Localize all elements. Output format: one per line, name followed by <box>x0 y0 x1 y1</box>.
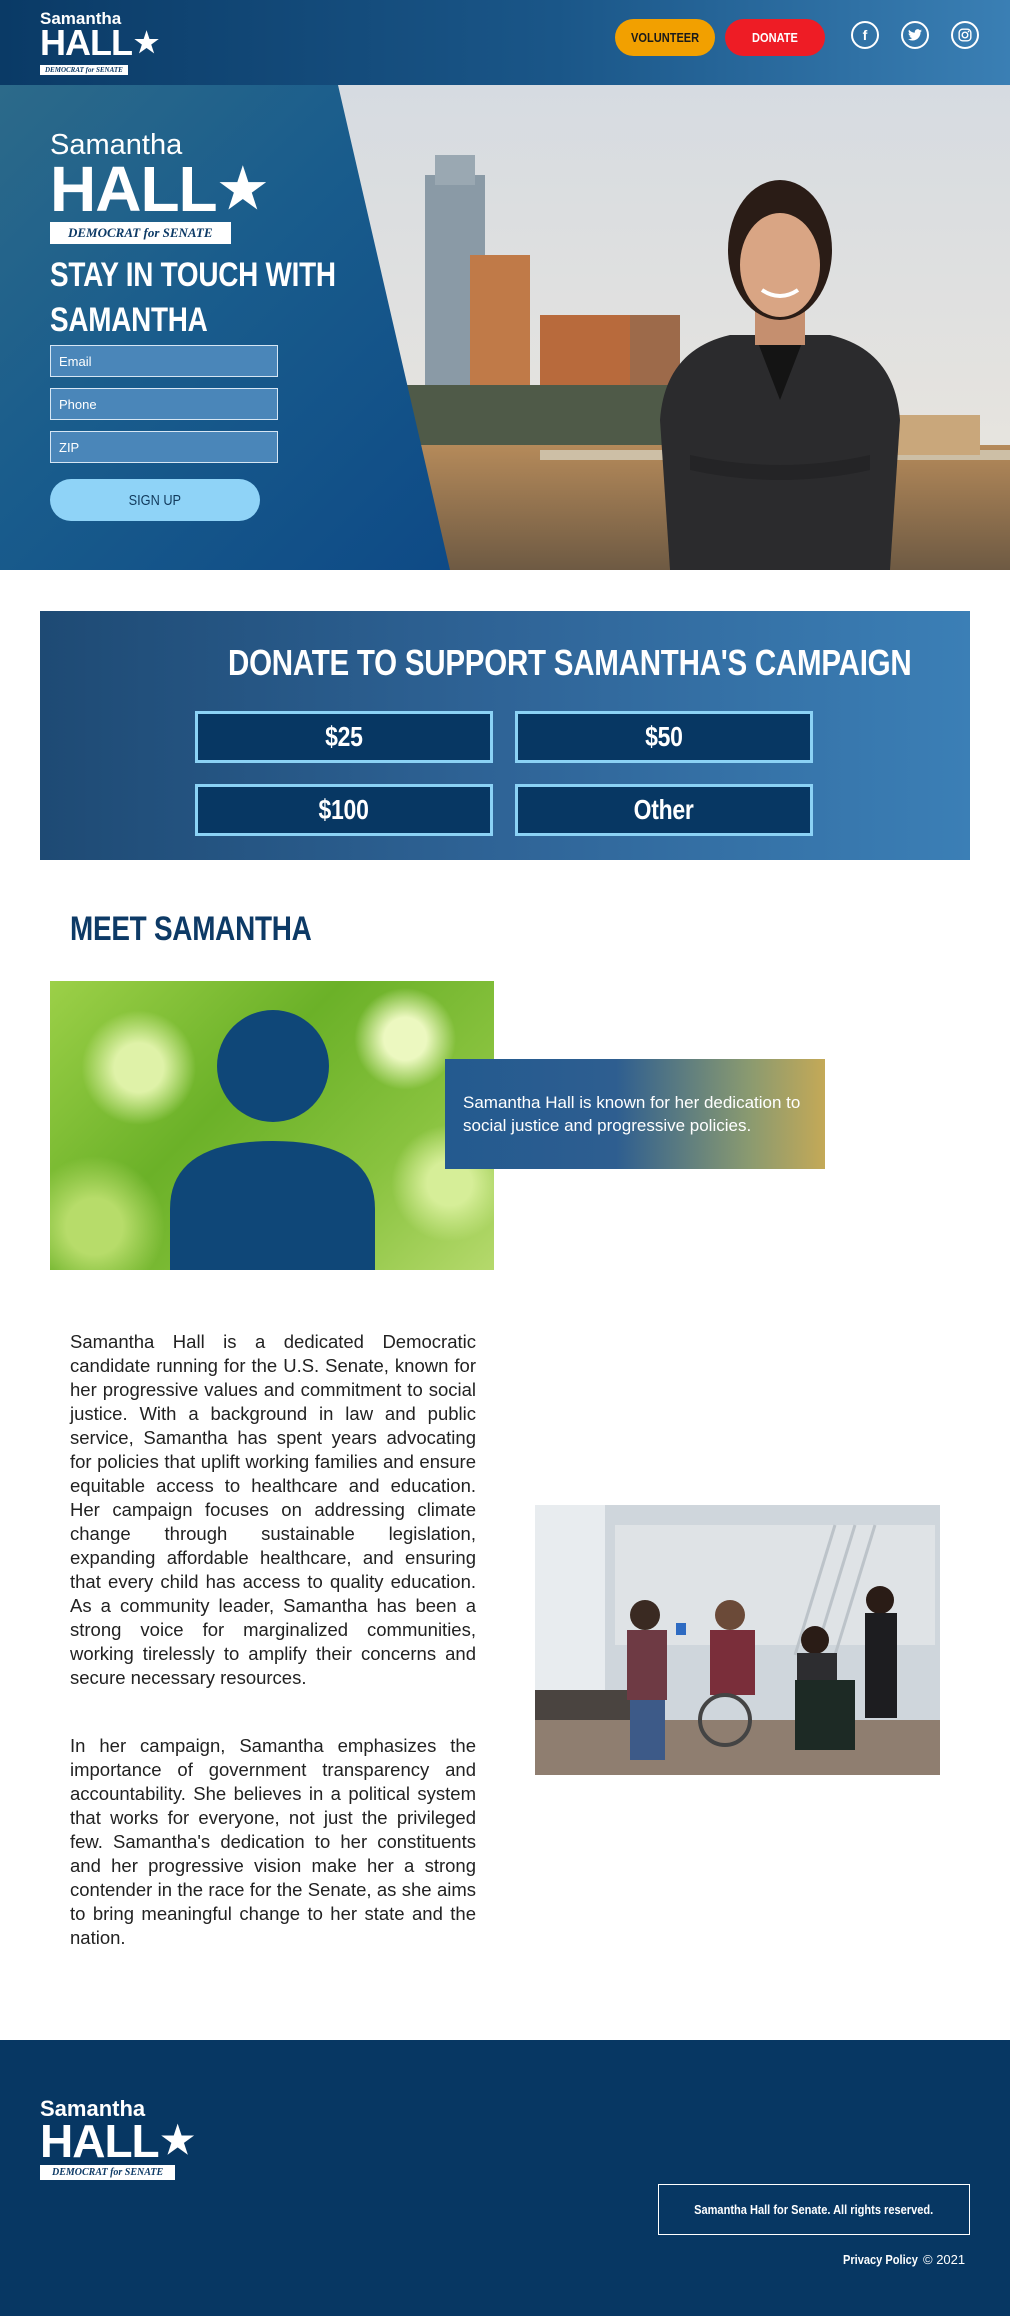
hero-logo: Samantha HALL ★ DEMOCRAT for SENATE <box>50 130 267 244</box>
logo-last-name-row: HALL ★ <box>40 22 159 63</box>
phone-placeholder: Phone <box>59 396 97 412</box>
candidate-placeholder-image <box>50 981 494 1270</box>
donate-amount-50[interactable]: $50 <box>515 711 813 763</box>
zip-placeholder: ZIP <box>59 439 80 455</box>
footer-logo-tagline: DEMOCRAT for SENATE <box>40 2165 176 2180</box>
zip-field[interactable]: ZIP <box>50 431 278 463</box>
twitter-icon[interactable] <box>901 21 929 49</box>
signup-button[interactable]: SIGN UP <box>50 479 260 521</box>
amount-label: $25 <box>325 721 363 752</box>
privacy-policy-link[interactable]: Privacy Policy <box>843 2252 931 2267</box>
donate-amount-other[interactable]: Other <box>515 784 813 836</box>
facebook-icon[interactable]: f <box>851 21 879 49</box>
hero-logo-last-name-row: HALL ★ <box>50 153 267 225</box>
volunteer-label: VOLUNTEER <box>630 30 700 45</box>
star-icon: ★ <box>218 159 267 219</box>
amount-label: $100 <box>318 794 370 825</box>
email-placeholder: Email <box>59 353 92 369</box>
hero-section: Samantha HALL ★ DEMOCRAT for SENATE STAY … <box>0 85 1010 570</box>
page: Samantha HALL ★ DEMOCRAT for SENATE VOLUN… <box>0 0 1010 2316</box>
donate-label: DONATE <box>752 30 798 45</box>
volunteer-button[interactable]: VOLUNTEER <box>615 19 715 56</box>
site-header: Samantha HALL ★ DEMOCRAT for SENATE VOLUN… <box>0 0 1010 85</box>
person-icon <box>170 1010 375 1270</box>
copyright-text: Samantha Hall for Senate. All rights res… <box>694 2202 934 2217</box>
hero-logo-last-name: HALL <box>50 153 218 225</box>
hero-heading-line1: STAY IN TOUCH WITH <box>50 256 336 294</box>
privacy-label: Privacy Policy <box>843 2252 918 2267</box>
star-icon: ★ <box>160 2120 195 2162</box>
email-field[interactable]: Email <box>50 345 278 377</box>
footer-logo-last-name: HALL <box>40 2115 160 2167</box>
footer-logo-last-name-row: HALL ★ <box>40 2115 195 2167</box>
signup-label: SIGN UP <box>128 491 182 509</box>
candidate-photo <box>660 180 900 570</box>
bio-paragraph-1: Samantha Hall is a dedicated Democratic … <box>70 1331 476 1688</box>
year-label: © 2021 <box>923 2252 966 2267</box>
footer-logo[interactable]: Samantha HALL ★ DEMOCRAT for SENATE <box>40 2098 195 2180</box>
star-icon: ★ <box>133 27 159 58</box>
amount-label: Other <box>633 794 695 825</box>
copyright-box: Samantha Hall for Senate. All rights res… <box>658 2184 970 2235</box>
donate-amount-100[interactable]: $100 <box>195 784 493 836</box>
logo-last-name: HALL <box>40 22 133 63</box>
hero-heading-line2: SAMANTHA <box>50 301 208 339</box>
header-logo[interactable]: Samantha HALL ★ DEMOCRAT for SENATE <box>40 10 159 77</box>
copyright-year: © 2021 <box>923 2252 965 2267</box>
donate-section: DONATE TO SUPPORT SAMANTHA'S CAMPAIGN $2… <box>40 611 970 860</box>
team-meeting-illustration <box>535 1505 940 1775</box>
donate-heading: DONATE TO SUPPORT SAMANTHA'S CAMPAIGN <box>228 642 912 683</box>
donate-button[interactable]: DONATE <box>725 19 825 56</box>
donate-amount-25[interactable]: $25 <box>195 711 493 763</box>
phone-field[interactable]: Phone <box>50 388 278 420</box>
meet-heading: MEET SAMANTHA <box>70 910 312 948</box>
quote-text: Samantha Hall is known for her dedicatio… <box>463 1093 801 1135</box>
amount-label: $50 <box>645 721 683 752</box>
quote-box: Samantha Hall is known for her dedicatio… <box>445 1059 825 1169</box>
bio-paragraph-2: In her campaign, Samantha emphasizes the… <box>70 1735 476 1948</box>
hero-logo-tagline: DEMOCRAT for SENATE <box>50 222 231 244</box>
site-footer: Samantha HALL ★ DEMOCRAT for SENATE <box>0 2040 1010 2316</box>
logo-tagline: DEMOCRAT for SENATE <box>40 65 128 75</box>
team-meeting-photo <box>535 1505 940 1775</box>
instagram-icon[interactable] <box>951 21 979 49</box>
